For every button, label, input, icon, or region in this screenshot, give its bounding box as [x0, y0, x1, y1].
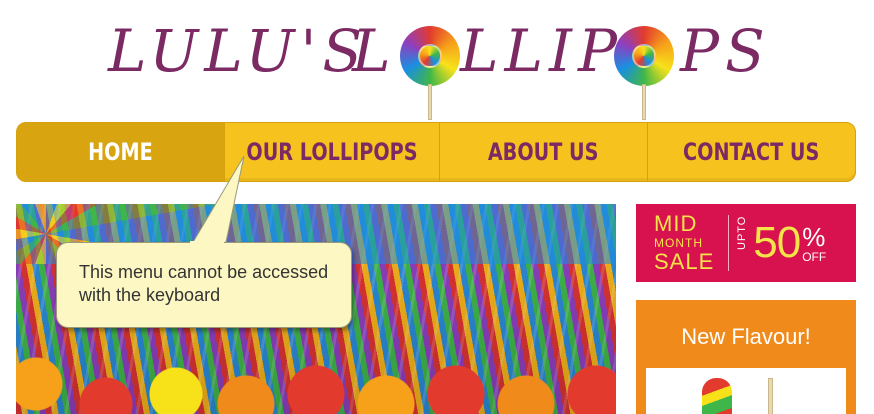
lollipop-stick	[428, 84, 432, 120]
nav-item-label: OUR LOLLIPOPS	[246, 138, 418, 166]
sale-divider	[728, 215, 730, 271]
lollipop-icon	[614, 26, 674, 86]
sale-line-mid: MID	[654, 211, 698, 236]
sale-percent-sign: % OFF	[802, 224, 826, 263]
sale-line-month: MONTH	[654, 236, 703, 250]
sale-off: OFF	[802, 249, 827, 264]
new-flavour-image	[646, 368, 846, 414]
sale-title: MID MONTH SALE	[654, 213, 714, 273]
callout-pointer	[190, 155, 245, 246]
lollipop-icon	[400, 26, 460, 86]
candy-stick	[768, 378, 773, 414]
logo-letters-ps: PS	[680, 17, 771, 85]
nav-item-contact-us[interactable]: CONTACT US	[648, 123, 855, 181]
nav-item-about-us[interactable]: ABOUT US	[440, 123, 648, 181]
accessibility-callout: This menu cannot be accessed with the ke…	[56, 242, 352, 328]
nav-item-our-lollipops[interactable]: OUR LOLLIPOPS	[225, 123, 440, 181]
callout-text: This menu cannot be accessed with the ke…	[79, 262, 329, 305]
logo-word-lulus: LULU'S	[108, 17, 369, 85]
nav-item-label: HOME	[88, 138, 153, 166]
new-flavour-title: New Flavour!	[681, 324, 811, 349]
new-flavour-panel[interactable]: New Flavour!	[636, 300, 856, 414]
lollipop-stick	[642, 84, 646, 120]
sale-line-sale: SALE	[654, 249, 715, 274]
logo-letter-l: L	[352, 17, 397, 85]
candy-icon	[702, 378, 732, 414]
main-nav: HOME OUR LOLLIPOPS ABOUT US CONTACT US	[16, 122, 856, 182]
nav-item-label: CONTACT US	[683, 138, 820, 166]
site-logo[interactable]: LULU'S L LLIP PS	[0, 0, 874, 120]
sale-banner[interactable]: MID MONTH SALE UPTO 50 % OFF	[636, 204, 856, 282]
sale-symbol: %	[802, 221, 826, 252]
sale-upto: UPTO	[736, 215, 749, 250]
nav-item-label: ABOUT US	[488, 138, 599, 166]
logo-letters-llip: LLIP	[460, 17, 623, 85]
sale-percent: 50	[753, 218, 801, 267]
